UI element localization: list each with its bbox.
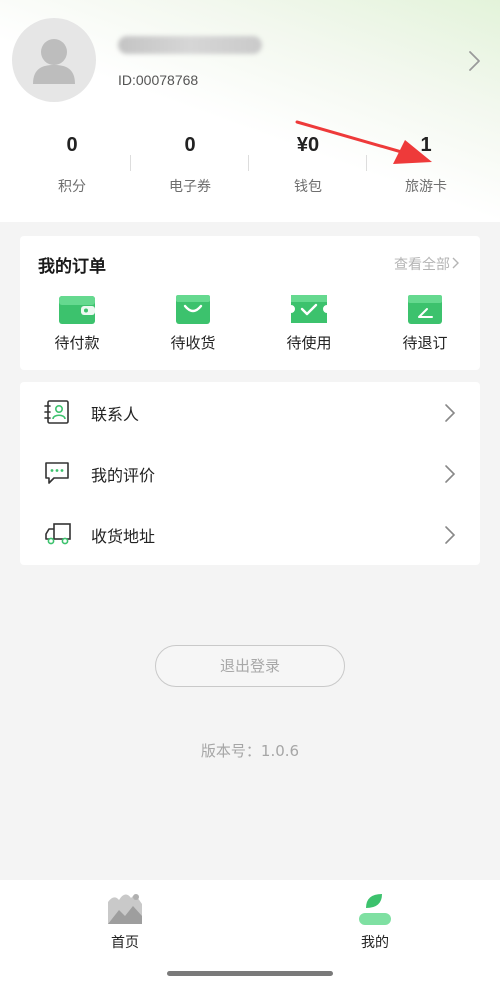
home-mountain-icon	[108, 894, 142, 924]
order-pending-payment[interactable]: 待付款	[32, 292, 122, 353]
order-pending-receipt[interactable]: 待收货	[148, 292, 238, 353]
review-chat-icon	[45, 462, 69, 484]
chevron-right-icon[interactable]	[464, 50, 484, 72]
tab-label: 首页	[111, 935, 139, 951]
contacts-icon	[44, 400, 69, 424]
orders-title: 我的订单	[38, 257, 106, 277]
chevron-right-icon	[445, 404, 456, 422]
menu-label: 收货地址	[91, 527, 156, 546]
profile-leaf-icon	[359, 894, 391, 925]
stat-wallet[interactable]: ¥0 钱包	[248, 130, 368, 196]
order-label: 待使用	[286, 334, 332, 352]
stat-value: ¥0	[296, 134, 320, 156]
orders-card: 我的订单 查看全部 待付款 待收货 待使用 待退订	[20, 236, 480, 370]
menu-item-reviews[interactable]: 我的评价	[20, 443, 480, 504]
chevron-right-icon	[445, 465, 456, 483]
stat-value: 0	[184, 134, 196, 156]
chevron-right-icon	[445, 526, 456, 544]
ticket-check-icon	[291, 295, 327, 323]
shopping-bag-icon	[176, 295, 210, 324]
tab-profile[interactable]: 我的	[315, 888, 435, 952]
stat-travel-card[interactable]: 1 旅游卡	[366, 130, 486, 196]
order-pending-refund[interactable]: 待退订	[380, 292, 470, 353]
order-pending-use[interactable]: 待使用	[264, 292, 354, 353]
logout-button[interactable]: 退出登录	[155, 645, 345, 687]
view-all-orders-link[interactable]: 查看全部	[394, 254, 460, 274]
stat-points[interactable]: 0 积分	[12, 130, 132, 196]
profile-header[interactable]: ID:00078768 0 积分 0 电子券 ¥0 钱包 1 旅游卡	[0, 0, 500, 222]
avatar[interactable]	[12, 18, 96, 102]
menu-item-contacts[interactable]: 联系人	[20, 382, 480, 443]
order-label: 待收货	[170, 334, 216, 352]
stat-label: 旅游卡	[405, 179, 447, 195]
view-all-label: 查看全部	[394, 257, 450, 273]
order-label: 待付款	[54, 334, 100, 352]
version-text: 版本号：1.0.6	[200, 742, 300, 760]
chevron-right-icon	[452, 257, 460, 273]
menu-card: 联系人 我的评价 收货地址	[20, 382, 480, 565]
menu-label: 我的评价	[91, 466, 156, 485]
order-label: 待退订	[402, 334, 448, 352]
user-id: ID:00078768	[118, 72, 199, 88]
tab-label: 我的	[361, 935, 389, 951]
stat-coupons[interactable]: 0 电子券	[130, 130, 250, 196]
username-redacted	[118, 36, 262, 54]
tab-home[interactable]: 首页	[65, 888, 185, 952]
user-silhouette-icon	[33, 39, 75, 84]
home-indicator	[167, 971, 333, 976]
menu-item-shipping-address[interactable]: 收货地址	[20, 504, 480, 565]
refund-box-icon	[408, 295, 442, 324]
bottom-tab-bar: 首页 我的	[0, 880, 500, 982]
delivery-truck-icon	[45, 523, 71, 545]
menu-label: 联系人	[91, 405, 140, 424]
stat-value: 0	[66, 134, 78, 156]
stat-value: 1	[420, 134, 432, 156]
stat-label: 电子券	[169, 179, 211, 195]
stat-label: 钱包	[294, 179, 322, 195]
wallet-icon	[59, 296, 95, 324]
stat-label: 积分	[58, 179, 86, 195]
stats-row: 0 积分 0 电子券 ¥0 钱包 1 旅游卡	[0, 130, 500, 200]
